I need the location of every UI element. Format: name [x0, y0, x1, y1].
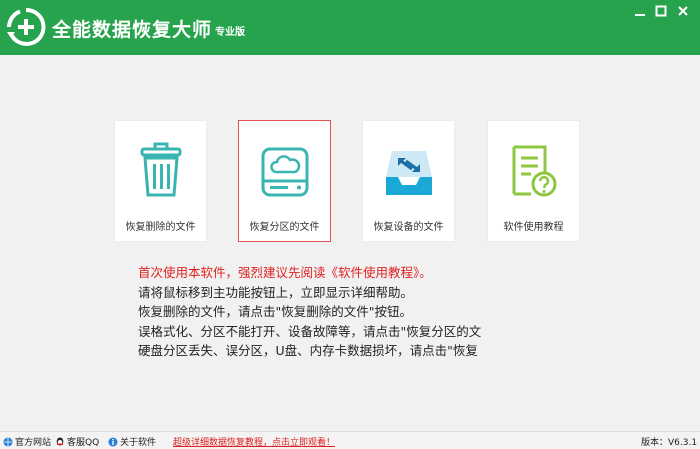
support-qq-link[interactable]: 客服QQ: [55, 435, 99, 448]
recover-device-files-button[interactable]: 恢复设备的文件: [362, 120, 455, 242]
minimize-icon[interactable]: [633, 4, 647, 18]
globe-icon: [3, 437, 13, 447]
recover-partition-files-button[interactable]: 恢复分区的文件: [238, 120, 331, 242]
recover-deleted-files-button[interactable]: 恢复删除的文件: [114, 120, 207, 242]
help-line: 误格式化、分区不能打开、设备故障等，请点击"恢复分区的文: [138, 323, 482, 339]
official-site-link[interactable]: 官方网站: [3, 435, 51, 448]
tile-label: 软件使用教程: [503, 222, 564, 233]
close-icon[interactable]: [676, 4, 690, 18]
version-number: V6.3.1: [668, 438, 698, 448]
help-text: 首次使用本软件，强烈建议先阅读《软件使用教程》。 请将鼠标移到主功能按钮上，立即…: [138, 263, 481, 361]
official-site-label: 官方网站: [15, 438, 52, 448]
device-tray-icon: [386, 151, 432, 195]
tile-label: 恢复设备的文件: [373, 222, 444, 233]
app-title: 全能数据恢复大师: [52, 19, 213, 41]
about-link[interactable]: 关于软件: [108, 435, 156, 448]
help-line: 请将鼠标移到主功能按钮上，立即显示详细帮助。: [138, 284, 414, 300]
tile-label: 恢复分区的文件: [249, 222, 320, 233]
version-label: 版本：: [641, 438, 669, 448]
drive-icon: [261, 147, 309, 197]
about-label: 关于软件: [120, 438, 157, 448]
maximize-icon[interactable]: [654, 4, 668, 18]
trash-icon: [140, 142, 182, 197]
app-logo-icon: [7, 7, 46, 46]
title-bar: 全能数据恢复大师 专业版: [0, 0, 700, 55]
edition-badge: 专业版: [215, 27, 245, 38]
status-bar: 官方网站 客服QQ 关于软件 超级详细数据恢复教程，点击立即观看！ 版本：V6.…: [0, 431, 700, 449]
qq-icon: [56, 437, 64, 446]
tile-label: 恢复删除的文件: [125, 222, 196, 233]
software-tutorial-button[interactable]: 软件使用教程: [487, 120, 580, 242]
info-icon: [108, 437, 118, 447]
help-line: 硬盘分区丢失、误分区，U盘、内存卡数据损坏，请点击"恢复: [138, 343, 478, 358]
version-info: 版本：V6.3.1: [641, 435, 697, 448]
help-line: 首次使用本软件，强烈建议先阅读《软件使用教程》。: [138, 265, 432, 280]
support-qq-label: 客服QQ: [67, 438, 100, 448]
help-line: 恢复删除的文件，请点击"恢复删除的文件"按钮。: [138, 304, 412, 319]
tutorial-promo-link[interactable]: 超级详细数据恢复教程，点击立即观看！: [173, 435, 335, 448]
help-document-icon: [512, 145, 557, 197]
